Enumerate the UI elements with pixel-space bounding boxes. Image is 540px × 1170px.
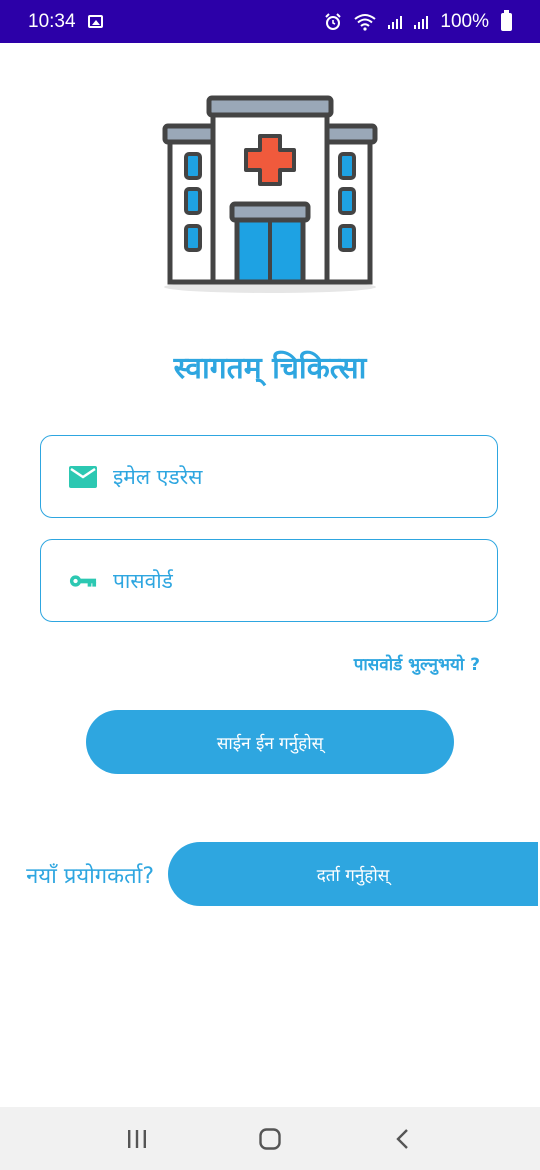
signin-button[interactable]: साईन ईन गर्नुहोस् — [86, 710, 454, 774]
navigation-bar — [0, 1107, 540, 1170]
register-button[interactable]: दर्ता गर्नुहोस् — [168, 842, 540, 906]
signal-icon — [414, 15, 429, 29]
wifi-icon — [354, 13, 377, 31]
status-time: 10:34 — [28, 10, 76, 32]
new-user-label: नयाँ प्रयोगकर्ता? — [26, 864, 154, 889]
home-button[interactable] — [240, 1119, 300, 1159]
battery-percent: 100% — [440, 10, 489, 32]
email-field[interactable] — [40, 435, 498, 518]
recents-icon — [127, 1129, 146, 1148]
home-icon — [259, 1127, 281, 1150]
hospital-icon — [162, 95, 378, 293]
email-input[interactable] — [111, 463, 475, 490]
forgot-password-link[interactable]: पासवोर्ड भुल्नुभयो ? — [354, 652, 480, 675]
recents-button[interactable] — [107, 1119, 167, 1159]
status-bar: 10:34 100% — [0, 0, 540, 43]
password-input[interactable] — [111, 567, 475, 594]
email-icon — [69, 465, 97, 489]
battery-icon — [501, 9, 512, 31]
gallery-icon — [87, 15, 103, 28]
signal-icon — [388, 15, 403, 29]
password-field[interactable] — [40, 539, 498, 622]
login-screen: 10:34 100% स्वागतम् चिकित्सा इमेल एडरेस … — [0, 0, 540, 1170]
app-title: स्वागतम् चिकित्सा — [173, 351, 367, 386]
alarm-icon — [325, 12, 342, 30]
back-button[interactable] — [373, 1119, 433, 1159]
key-icon — [69, 569, 97, 593]
back-icon — [396, 1128, 409, 1149]
